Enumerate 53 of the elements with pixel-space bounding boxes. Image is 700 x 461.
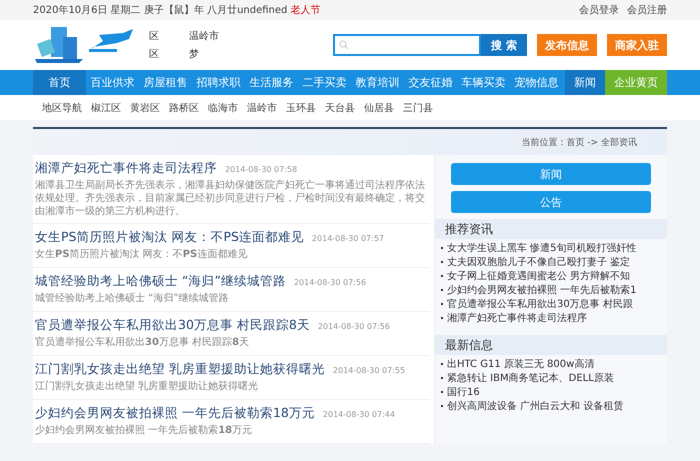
search-button[interactable]: 搜 索 [481, 34, 527, 56]
region-link[interactable]: 临海市 [208, 100, 238, 114]
account-link[interactable]: 会员登录 [579, 3, 619, 17]
region-link[interactable]: 黄岩区 [130, 100, 160, 114]
article-summary: 女生PS简历照片被淘汰 网友：不PS连面都难见 [35, 248, 248, 261]
section-title: 最新信息 [435, 335, 667, 355]
search-field[interactable] [333, 34, 481, 56]
sidebar-link[interactable]: 国行16 [441, 386, 661, 400]
article-title[interactable]: 城管经验助考上哈佛硕士 “海归”继续城管路 [35, 273, 286, 290]
region-link[interactable]: 玉环县 [286, 100, 316, 114]
article-title[interactable]: 官员遭举报公车私用欲出30万息事 村民跟踪8天 [35, 317, 310, 334]
sidebar-link[interactable]: 女大学生误上黑车 惨遭5旬司机殴打强奸性 [441, 242, 661, 256]
logo-text: 区 [149, 48, 159, 61]
sidebar-link[interactable]: 官员遭举报公车私用欲出30万息事 村民跟 [441, 298, 661, 312]
account-link[interactable]: 会员注册 [627, 3, 667, 17]
nav-tab[interactable]: 首页 [33, 70, 86, 95]
nav-tab[interactable]: 新闻 [565, 70, 605, 95]
article-time: 2014-08-30 07:55 [332, 366, 406, 375]
article-summary: 江门割乳女孩走出绝望 乳房重塑援助让她获得曙光 [35, 380, 260, 393]
article-title[interactable]: 女生PS简历照片被淘汰 网友：不PS连面都难见 [35, 229, 304, 246]
article-time: 2014-08-30 07:58 [225, 165, 298, 174]
region-link[interactable]: 仙居县 [364, 100, 394, 114]
date-text: 2020年10月6日 星期二 庚子【鼠】年 八月廿undefined 老人节 [33, 4, 320, 17]
article-time: 2014-08-30 07:44 [322, 410, 395, 419]
article-summary: 城管经验助考上哈佛硕士 “海归”继续城管路 [35, 292, 230, 305]
sidebar-link[interactable]: 女子网上征婚竟遇闺蜜老公 男方辩解不知 [441, 270, 661, 284]
article-time: 2014-08-30 07:56 [294, 278, 366, 287]
sidebar-link[interactable]: 出HTC G11 原装三无 800w高清 [441, 358, 661, 372]
article-title[interactable]: 少妇约会男网友被拍裸照 一年先后被勒索18万元 [35, 405, 315, 422]
article-time: 2014-08-30 07:57 [312, 234, 384, 243]
article-title[interactable]: 湘潭产妇死亡事件将走司法程序 [35, 160, 217, 177]
article-summary: 湘潭县卫生局副局长齐先强表示，湘潭县妇幼保健医院产妇死亡一事将通过司法程序依法依规处理。齐先强表示，目前家属已经初步同意进行尸检，尸检时间没有最终确定，将交由湘潭市一级的第三方机构进行。 [35, 179, 426, 218]
breadcrumb: 当前位置：首页 -> 全部资讯 [521, 136, 637, 148]
search-icon [339, 40, 349, 50]
sidebar-link[interactable]: 创兴高周波设备 广州白云大和 设备租赁 [441, 400, 661, 414]
region-link[interactable]: 天台县 [325, 100, 355, 114]
article-title[interactable]: 江门割乳女孩走出绝望 乳房重塑援助让她获得曙光 [35, 361, 325, 378]
logo-text: 区 [149, 30, 159, 43]
article-summary: 官员遭举报公车私用欲出30万息事 村民跟踪8天 [35, 336, 250, 349]
section-title: 推荐资讯 [435, 219, 667, 239]
logo-text: 梦 [189, 48, 200, 61]
sidebar-link[interactable]: 紧急转让 IBM商务笔记本、DELL原装 [441, 372, 661, 386]
sidebar-link[interactable]: 丈夫因双胞胎儿子不像自己殴打妻子 鉴定 [441, 256, 661, 270]
article-time: 2014-08-30 07:56 [318, 322, 390, 331]
region-link[interactable]: 温岭市 [247, 100, 277, 114]
region-link[interactable]: 路桥区 [169, 100, 199, 114]
logo-text: 温岭市 [189, 30, 219, 43]
region-link[interactable]: 椒江区 [91, 100, 121, 114]
article-summary: 少妇约会男网友被拍裸照 一年先后被勒索18万元 [35, 424, 254, 437]
sidebar-link[interactable]: 湘潭产妇死亡事件将走司法程序 [441, 312, 661, 326]
region-link[interactable]: 三门县 [403, 100, 433, 114]
region-link[interactable]: 地区导航 [42, 100, 82, 114]
sidebar-link[interactable]: 少妇约会男网友被拍裸照 一年先后被勒索1 [441, 284, 661, 298]
